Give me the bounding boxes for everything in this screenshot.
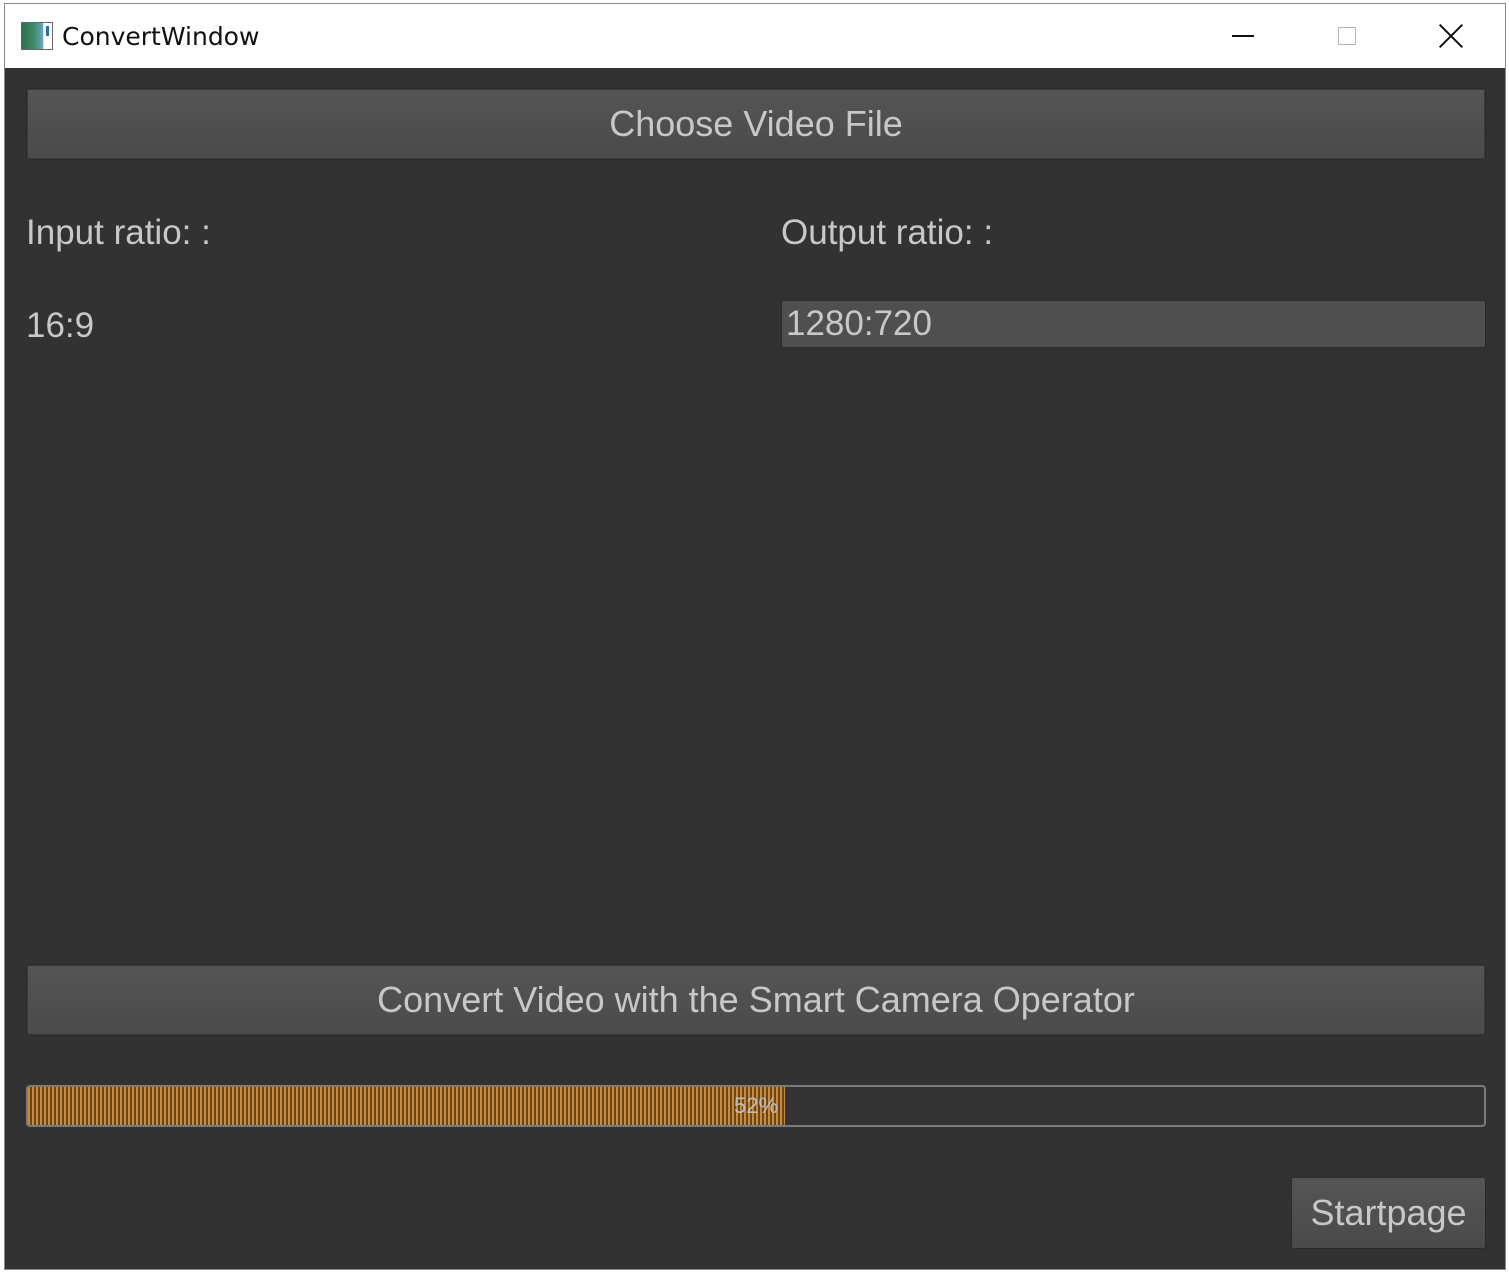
input-ratio-label: Input ratio: : — [26, 213, 211, 252]
window-title: ConvertWindow — [62, 22, 260, 51]
conversion-progress-bar: 52% — [26, 1085, 1486, 1127]
maximize-button[interactable] — [1295, 4, 1399, 68]
output-ratio-label: Output ratio: : — [781, 213, 994, 252]
close-button[interactable] — [1399, 4, 1503, 68]
output-ratio-field[interactable]: 1280:720 — [781, 300, 1486, 348]
maximize-icon — [1338, 27, 1356, 45]
main-content: Choose Video File Input ratio: : Output … — [5, 68, 1505, 1270]
minimize-button[interactable] — [1191, 4, 1295, 68]
choose-video-file-button[interactable]: Choose Video File — [26, 88, 1486, 160]
progress-text: 52% — [733, 1093, 779, 1118]
convert-video-button[interactable]: Convert Video with the Smart Camera Oper… — [26, 964, 1486, 1036]
close-icon — [1439, 24, 1463, 48]
convert-window: ConvertWindow Choose Video File Input ra… — [4, 3, 1506, 1270]
startpage-button[interactable]: Startpage — [1291, 1177, 1486, 1249]
app-icon — [21, 22, 53, 50]
minimize-icon — [1232, 35, 1254, 37]
title-bar[interactable]: ConvertWindow — [5, 4, 1505, 68]
input-ratio-value: 16:9 — [26, 306, 95, 345]
